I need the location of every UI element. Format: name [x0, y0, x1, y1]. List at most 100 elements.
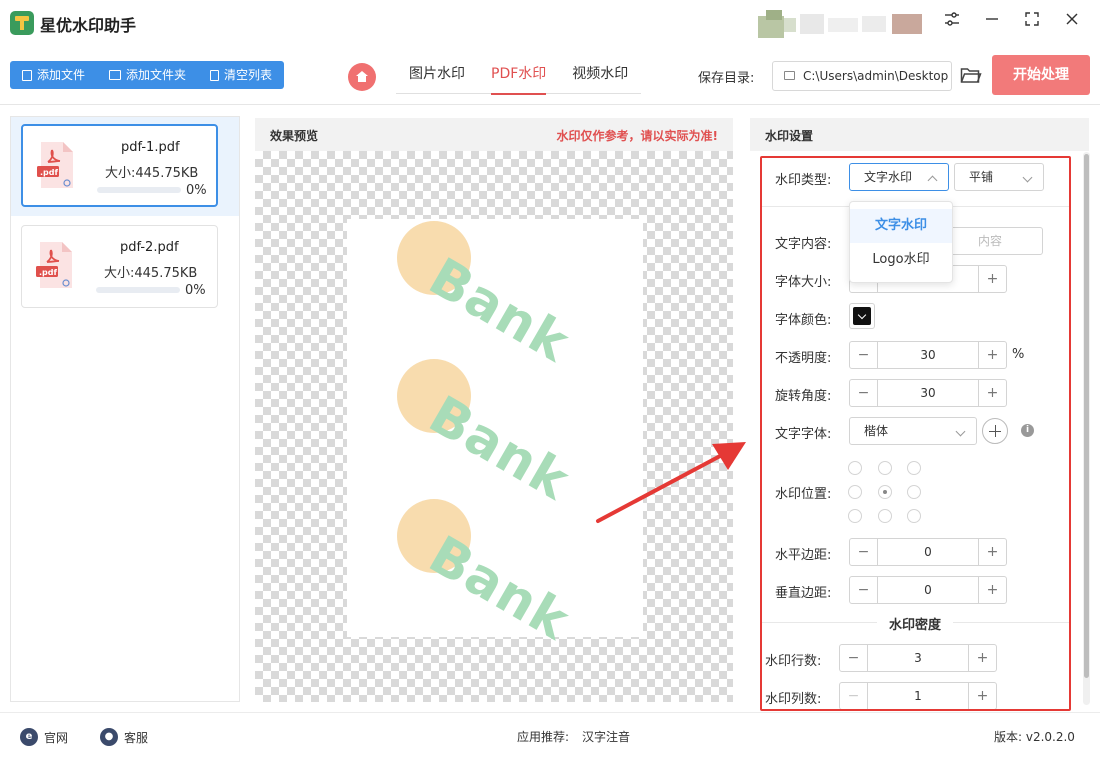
close-button[interactable]: [1059, 10, 1085, 36]
file-size: 大小:445.75KB: [104, 266, 198, 281]
opacity-stepper[interactable]: − 30 +: [849, 341, 1007, 369]
watermark-type-label: 水印类型:: [775, 173, 832, 188]
start-processing-button[interactable]: 开始处理: [992, 55, 1090, 95]
settings-title: 水印设置: [765, 129, 814, 143]
rows-minus-button[interactable]: −: [840, 645, 868, 671]
info-icon[interactable]: i: [1021, 424, 1034, 437]
watermark-type-select[interactable]: 文字水印: [849, 163, 949, 191]
recommend-label: 应用推荐:: [517, 730, 570, 744]
file-progress-percent: 0%: [186, 183, 207, 198]
file-item[interactable]: .pdf pdf-2.pdf 大小:445.75KB 0%: [21, 225, 218, 308]
font-color-picker[interactable]: [849, 303, 875, 329]
user-avatar[interactable]: [758, 10, 924, 40]
position-top-right[interactable]: [907, 461, 921, 475]
add-folder-button[interactable]: 添加文件夹: [97, 61, 198, 89]
h-margin-stepper[interactable]: − 0 +: [849, 538, 1007, 566]
opacity-plus-button[interactable]: +: [978, 342, 1006, 368]
font-family-value: 楷体: [864, 424, 889, 438]
file-progress-bar: [96, 287, 180, 293]
cols-label: 水印列数:: [765, 692, 822, 707]
rows-plus-button[interactable]: +: [968, 645, 996, 671]
h-margin-plus-button[interactable]: +: [978, 539, 1006, 565]
file-name: pdf-2.pdf: [120, 240, 179, 255]
settings-header: 水印设置: [750, 118, 1089, 151]
mode-tabs: 图片水印 PDF水印 视频水印: [396, 60, 642, 95]
rotation-minus-button[interactable]: −: [850, 380, 878, 406]
position-center[interactable]: [878, 485, 892, 499]
watermark-type-dropdown: 文字水印 Logo水印: [849, 201, 953, 283]
h-margin-value[interactable]: 0: [878, 539, 978, 565]
h-margin-label: 水平边距:: [775, 548, 832, 563]
add-file-label: 添加文件: [37, 68, 86, 82]
rotation-value[interactable]: 30: [878, 380, 978, 406]
position-middle-left[interactable]: [848, 485, 862, 499]
font-size-plus-button[interactable]: +: [978, 266, 1006, 292]
chevron-up-icon: [927, 175, 938, 186]
opacity-label: 不透明度:: [775, 351, 832, 366]
website-link[interactable]: e 官网: [20, 728, 68, 746]
clear-list-button[interactable]: 清空列表: [198, 61, 284, 89]
position-bottom-center[interactable]: [878, 509, 892, 523]
layout-mode-select[interactable]: 平铺: [954, 163, 1044, 191]
rows-value[interactable]: 3: [868, 645, 968, 671]
title-bar: 星优水印助手: [0, 0, 1100, 48]
font-family-label: 文字字体:: [775, 427, 832, 442]
recommend-app-link[interactable]: 汉字注音: [582, 728, 630, 745]
cols-minus-button[interactable]: −: [840, 683, 868, 709]
cols-stepper[interactable]: − 1 +: [839, 682, 997, 709]
rows-stepper[interactable]: − 3 +: [839, 644, 997, 672]
app-title: 星优水印助手: [40, 16, 137, 35]
add-file-button[interactable]: 添加文件: [10, 61, 97, 89]
v-margin-value[interactable]: 0: [878, 577, 978, 603]
file-item[interactable]: .pdf pdf-1.pdf 大小:445.75KB 0%: [21, 124, 218, 207]
tab-video-watermark[interactable]: 视频水印: [559, 60, 641, 94]
opacity-unit: %: [1012, 347, 1025, 362]
opacity-value[interactable]: 30: [878, 342, 978, 368]
position-middle-right[interactable]: [907, 485, 921, 499]
v-margin-label: 垂直边距:: [775, 586, 832, 601]
dropdown-option-logo-watermark[interactable]: Logo水印: [850, 243, 952, 277]
h-margin-minus-button[interactable]: −: [850, 539, 878, 565]
opacity-minus-button[interactable]: −: [850, 342, 878, 368]
preview-header: 效果预览 水印仅作参考，请以实际为准!: [255, 118, 733, 151]
watermark-instance: Bank: [397, 359, 597, 512]
tab-pdf-watermark[interactable]: PDF水印: [478, 60, 559, 95]
maximize-button[interactable]: [1019, 10, 1045, 36]
rotation-stepper[interactable]: − 30 +: [849, 379, 1007, 407]
position-bottom-right[interactable]: [907, 509, 921, 523]
file-icon: [22, 69, 32, 81]
settings-sliders-icon[interactable]: [939, 10, 965, 36]
font-color-label: 字体颜色:: [775, 313, 832, 328]
position-top-center[interactable]: [878, 461, 892, 475]
watermark-type-value: 文字水印: [864, 170, 913, 184]
rotation-plus-button[interactable]: +: [978, 380, 1006, 406]
customer-service-link[interactable]: ● 客服: [100, 728, 148, 746]
v-margin-plus-button[interactable]: +: [978, 577, 1006, 603]
position-top-left[interactable]: [848, 461, 862, 475]
watermark-text: Bank: [419, 525, 580, 653]
v-margin-stepper[interactable]: − 0 +: [849, 576, 1007, 604]
watermark-instance: Bank: [397, 221, 597, 374]
pdf-file-icon: .pdf: [37, 142, 73, 188]
trash-icon: [210, 69, 220, 81]
add-font-button[interactable]: [982, 418, 1008, 444]
minimize-button[interactable]: [979, 10, 1005, 36]
folder-icon: [784, 71, 795, 80]
cols-value[interactable]: 1: [868, 683, 968, 709]
rotation-label: 旋转角度:: [775, 389, 832, 404]
v-margin-minus-button[interactable]: −: [850, 577, 878, 603]
version-label: 版本: v2.0.2.0: [994, 730, 1075, 744]
cols-plus-button[interactable]: +: [968, 683, 996, 709]
tab-image-watermark[interactable]: 图片水印: [396, 60, 478, 94]
file-size: 大小:445.75KB: [105, 166, 199, 181]
position-bottom-left[interactable]: [848, 509, 862, 523]
font-family-select[interactable]: 楷体: [849, 417, 977, 445]
text-content-label: 文字内容:: [775, 237, 832, 252]
dropdown-option-text-watermark[interactable]: 文字水印: [850, 209, 952, 243]
add-folder-label: 添加文件夹: [126, 68, 187, 82]
home-button[interactable]: [348, 63, 376, 91]
browse-folder-icon[interactable]: [960, 66, 982, 84]
pdf-file-icon: .pdf: [36, 242, 72, 288]
save-dir-input[interactable]: C:\Users\admin\Desktop: [772, 61, 952, 91]
settings-scrollbar-thumb[interactable]: [1084, 154, 1089, 678]
